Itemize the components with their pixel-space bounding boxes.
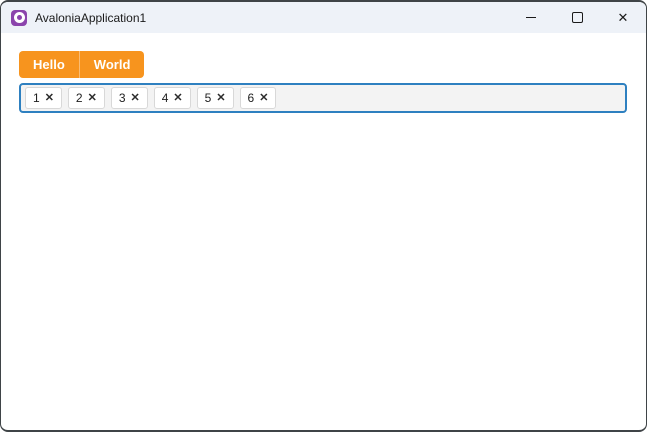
minimize-icon <box>526 17 536 18</box>
close-button[interactable]: ✕ <box>600 2 646 33</box>
tag-label: 4 <box>161 91 169 105</box>
tag-item[interactable]: 1 ✕ <box>25 87 62 109</box>
tag-label: 3 <box>118 91 126 105</box>
maximize-icon <box>571 12 583 23</box>
tag-label: 2 <box>75 91 83 105</box>
hello-button[interactable]: Hello <box>19 51 79 78</box>
app-window: AvaloniaApplication1 ✕ Hello World 1 ✕ 2… <box>0 0 647 432</box>
close-icon: ✕ <box>617 10 629 25</box>
tag-remove-button[interactable]: ✕ <box>259 91 269 104</box>
toolbar: Hello World <box>19 51 145 78</box>
close-icon: ✕ <box>44 91 54 104</box>
tag-remove-button[interactable]: ✕ <box>173 91 183 104</box>
close-icon: ✕ <box>259 91 269 104</box>
minimize-button[interactable] <box>508 2 554 33</box>
close-icon: ✕ <box>87 91 97 104</box>
tag-label: 5 <box>204 91 212 105</box>
tag-item[interactable]: 6 ✕ <box>239 87 277 109</box>
tag-label: 6 <box>247 91 255 105</box>
tag-item[interactable]: 5 ✕ <box>196 87 234 109</box>
tag-label: 1 <box>33 91 40 105</box>
titlebar[interactable]: AvaloniaApplication1 ✕ <box>1 2 646 33</box>
window-controls: ✕ <box>508 2 646 33</box>
tag-remove-button[interactable]: ✕ <box>87 91 97 104</box>
tag-remove-button[interactable]: ✕ <box>44 91 54 104</box>
tag-input-box[interactable]: 1 ✕ 2 ✕ 3 ✕ 4 ✕ 5 ✕ 6 ✕ <box>19 83 627 113</box>
close-icon: ✕ <box>173 91 183 104</box>
tag-item[interactable]: 4 ✕ <box>153 87 191 109</box>
main-content: Hello World 1 ✕ 2 ✕ 3 ✕ 4 ✕ 5 ✕ 6 ✕ <box>1 33 646 113</box>
close-icon: ✕ <box>130 91 140 104</box>
close-icon: ✕ <box>216 91 226 104</box>
window-title: AvaloniaApplication1 <box>35 10 147 25</box>
world-button[interactable]: World <box>78 51 145 78</box>
maximize-button[interactable] <box>554 2 600 33</box>
avalonia-logo-icon <box>11 9 27 26</box>
tag-remove-button[interactable]: ✕ <box>216 91 226 104</box>
tag-item[interactable]: 2 ✕ <box>67 87 105 109</box>
tag-remove-button[interactable]: ✕ <box>130 91 140 104</box>
tag-item[interactable]: 3 ✕ <box>110 87 148 109</box>
